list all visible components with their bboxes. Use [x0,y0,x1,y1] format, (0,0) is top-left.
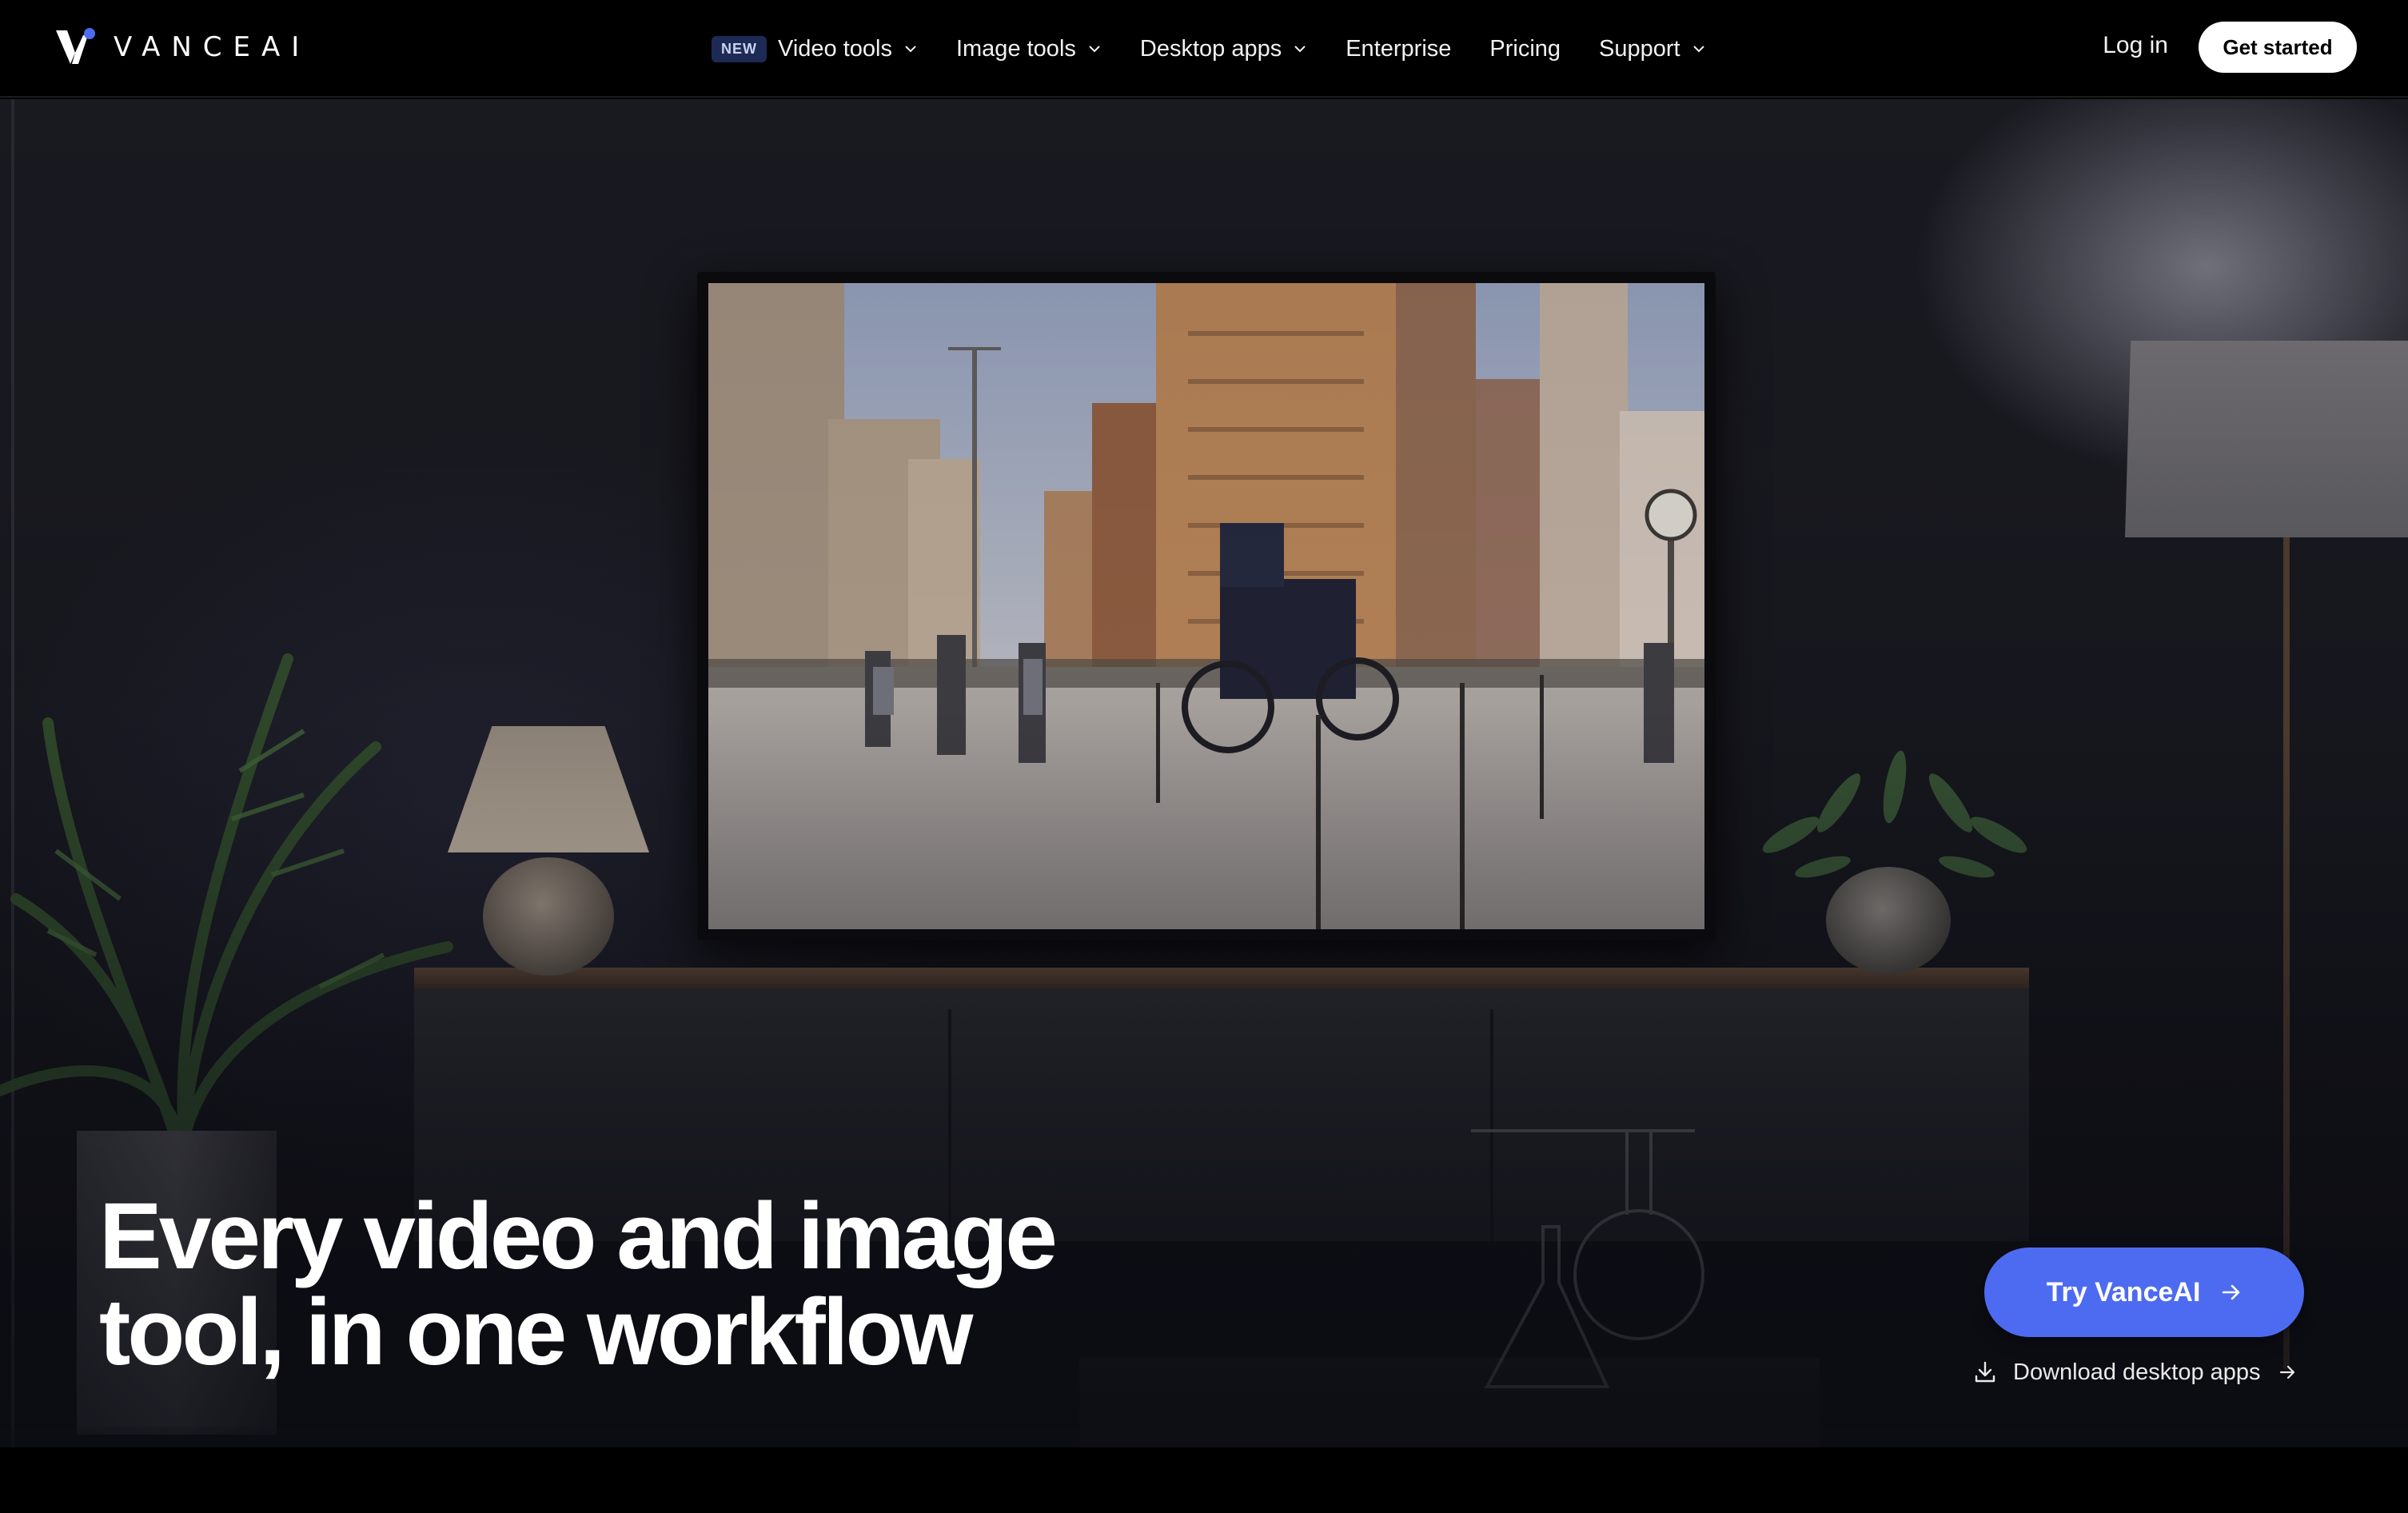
download-icon [1975,1361,1995,1383]
vanceai-logo-icon [54,27,99,67]
download-desktop-apps-link[interactable]: Download desktop apps [1973,1356,2296,1388]
hero-headline-line-1: Every video and image [99,1184,1058,1289]
chevron-down-icon [1089,46,1100,53]
nav-desktop-apps-label: Desktop apps [1139,35,1282,62]
main-nav: NEW Video tools Image tools Desktop apps… [712,29,1744,69]
nav-enterprise[interactable]: Enterprise [1346,36,1451,62]
brand-logo[interactable]: VANCEAI [54,27,310,67]
new-badge: NEW [712,35,767,62]
nav-image-tools-label: Image tools [955,35,1076,62]
hero-headline: Every video and image tool, in one workf… [99,1188,1138,1380]
top-navigation-bar: VANCEAI NEW Video tools Image tools Desk… [0,0,2408,98]
nav-desktop-apps[interactable]: Desktop apps [1140,36,1307,62]
chevron-down-icon [1692,46,1704,53]
chevron-down-icon [905,46,916,53]
arrow-right-icon [2279,1365,2294,1379]
hero-headline-line-2: tool, in one workflow [99,1279,973,1385]
nav-pricing[interactable]: Pricing [1489,36,1561,62]
nav-pricing-label: Pricing [1489,35,1561,62]
arrow-right-icon [2223,1284,2240,1300]
download-desktop-apps-label: Download desktop apps [2013,1359,2261,1385]
nav-enterprise-label: Enterprise [1346,35,1452,62]
get-started-button[interactable]: Get started [2199,22,2357,73]
nav-image-tools[interactable]: Image tools [956,36,1102,62]
nav-support-label: Support [1599,35,1680,62]
chevron-down-icon [1294,46,1306,53]
nav-support[interactable]: Support [1599,36,1706,62]
brand-wordmark: VANCEAI [114,31,311,63]
try-vanceai-label: Try VanceAI [2046,1276,2201,1307]
try-vanceai-button[interactable]: Try VanceAI [1984,1248,2304,1337]
nav-video-tools-label: Video tools [778,35,892,62]
nav-video-tools[interactable]: NEW Video tools [712,35,918,62]
login-link[interactable]: Log in [2103,32,2168,59]
page-bottom-band [0,1447,2408,1513]
